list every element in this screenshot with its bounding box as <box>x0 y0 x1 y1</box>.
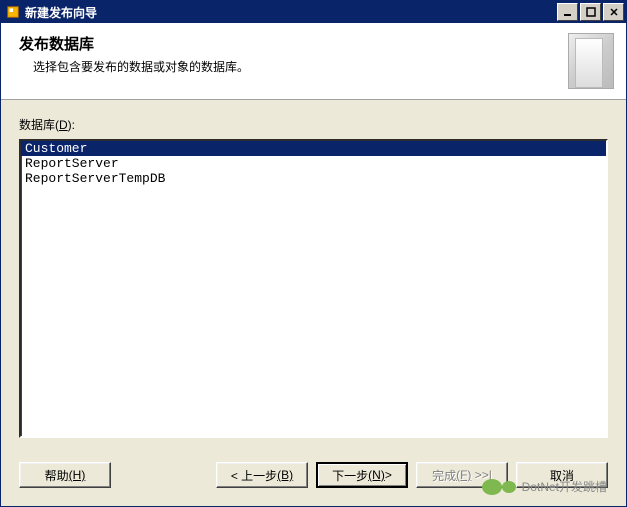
wizard-header: 发布数据库 选择包含要发布的数据或对象的数据库。 <box>1 23 626 100</box>
header-text: 发布数据库 选择包含要发布的数据或对象的数据库。 <box>19 33 568 89</box>
back-button[interactable]: < 上一步(B) <box>216 462 308 488</box>
minimize-button[interactable] <box>557 3 578 21</box>
app-icon <box>5 4 21 20</box>
finish-button: 完成(F) >>| <box>416 462 508 488</box>
help-button[interactable]: 帮助(H) <box>19 462 111 488</box>
list-item[interactable]: ReportServer <box>21 156 606 171</box>
header-title: 发布数据库 <box>19 33 568 54</box>
header-subtitle: 选择包含要发布的数据或对象的数据库。 <box>33 58 568 75</box>
next-button[interactable]: 下一步(N) > <box>316 462 408 488</box>
titlebar[interactable]: 新建发布向导 <box>1 1 626 23</box>
database-listbox[interactable]: CustomerReportServerReportServerTempDB <box>19 139 608 438</box>
content-area: 数据库(D): CustomerReportServerReportServer… <box>1 100 626 448</box>
maximize-button[interactable] <box>580 3 601 21</box>
list-item[interactable]: Customer <box>21 141 606 156</box>
cancel-button[interactable]: 取消 <box>516 462 608 488</box>
window-title: 新建发布向导 <box>25 4 557 21</box>
wizard-window: 新建发布向导 发布数据库 选择包含要发布的数据或对象的数据库。 数据库(D): … <box>0 0 627 507</box>
window-buttons <box>557 3 624 21</box>
list-item[interactable]: ReportServerTempDB <box>21 171 606 186</box>
button-bar: 帮助(H) < 上一步(B) 下一步(N) > 完成(F) >>| 取消 <box>1 448 626 506</box>
header-graphic <box>568 33 614 89</box>
close-button[interactable] <box>603 3 624 21</box>
database-list-label: 数据库(D): <box>19 116 608 133</box>
